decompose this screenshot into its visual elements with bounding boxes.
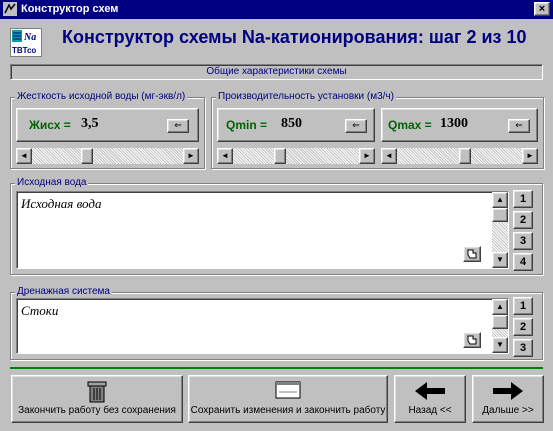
scroll-right-icon: ►: [187, 151, 195, 160]
logo-tbt-text: TBTco: [12, 46, 36, 55]
trash-can-icon: [87, 381, 107, 403]
page-title: Конструктор схемы Na-катионирования: шаг…: [62, 27, 527, 47]
scroll-up-icon: ▲: [496, 302, 504, 311]
scroll-thumb[interactable]: [492, 208, 508, 222]
scroll-down-icon: ▼: [496, 340, 504, 349]
next-button[interactable]: Дальше >>: [472, 375, 544, 423]
back-label: Назад <<: [408, 405, 452, 416]
scroll-right-button[interactable]: ►: [522, 148, 538, 164]
close-button[interactable]: ×: [534, 2, 550, 16]
scroll-right-button[interactable]: ►: [359, 148, 375, 164]
qmin-apply-button[interactable]: ⇐: [345, 119, 367, 133]
arrow-left-icon: [415, 382, 445, 400]
qmin-value: 850: [281, 116, 302, 131]
logo-na-text: Na: [23, 32, 36, 43]
scroll-right-button[interactable]: ►: [183, 148, 199, 164]
qmax-value-box: Qmax = 1300 ⇐: [381, 108, 538, 142]
scroll-thumb[interactable]: [492, 315, 508, 329]
window-title: Конструктор схем: [21, 3, 119, 15]
drainage-edit-button[interactable]: [463, 332, 481, 348]
drainage-option-3[interactable]: 3: [513, 339, 533, 357]
save-and-exit-label: Сохранить изменения и закончить работу: [190, 405, 386, 416]
scroll-left-icon: ◄: [221, 151, 229, 160]
scroll-right-icon: ►: [526, 151, 534, 160]
qmax-label: Qmax =: [388, 118, 432, 132]
qmax-slider[interactable]: ◄ ►: [381, 148, 538, 164]
scroll-up-icon: ▲: [496, 195, 504, 204]
slider-track[interactable]: [233, 148, 359, 164]
scroll-left-button[interactable]: ◄: [16, 148, 32, 164]
source-water-edit-button[interactable]: [463, 246, 481, 262]
hand-pointer-icon: [467, 335, 477, 345]
qmin-label: Qmin =: [226, 118, 268, 132]
qmin-value-box: Qmin = 850 ⇐: [217, 108, 375, 142]
hand-pointer-icon: [467, 249, 477, 259]
source-water-option-1[interactable]: 1: [513, 190, 533, 208]
scroll-down-icon: ▼: [496, 255, 504, 264]
source-water-group-label: Исходная вода: [15, 177, 89, 188]
slider-thumb[interactable]: [459, 148, 472, 164]
source-water-option-3[interactable]: 3: [513, 232, 533, 250]
logo: Na TBTco: [10, 28, 42, 57]
drainage-text: Стоки: [21, 303, 59, 318]
exit-without-save-button[interactable]: Закончить работу без сохранения: [11, 375, 183, 423]
source-water-option-4[interactable]: 4: [513, 253, 533, 271]
source-water-scrollbar[interactable]: ▲ ▼: [492, 192, 508, 268]
slider-thumb[interactable]: [80, 148, 93, 164]
drainage-option-1[interactable]: 1: [513, 297, 533, 315]
logo-graphic: Na TBTco: [12, 30, 36, 55]
next-label: Дальше >>: [482, 405, 534, 416]
scroll-left-button[interactable]: ◄: [217, 148, 233, 164]
arrow-left-icon: ⇐: [515, 120, 523, 130]
scroll-up-button[interactable]: ▲: [492, 299, 508, 315]
drainage-option-2[interactable]: 2: [513, 318, 533, 336]
arrow-left-icon: ⇐: [174, 120, 182, 130]
save-and-exit-button[interactable]: Сохранить изменения и закончить работу: [188, 375, 388, 423]
slider-track[interactable]: [32, 148, 183, 164]
exit-without-save-label: Закончить работу без сохранения: [18, 405, 176, 416]
arrow-right-icon: [493, 382, 523, 400]
source-water-option-2[interactable]: 2: [513, 211, 533, 229]
slider-thumb[interactable]: [274, 148, 287, 164]
scroll-right-icon: ►: [363, 151, 371, 160]
scroll-left-icon: ◄: [385, 151, 393, 160]
title-bar: Конструктор схем ×: [0, 0, 553, 19]
general-characteristics-label: Общие характеристики схемы: [10, 64, 543, 80]
scroll-down-button[interactable]: ▼: [492, 337, 508, 353]
drainage-group-label: Дренажная система: [15, 286, 112, 297]
scroll-down-button[interactable]: ▼: [492, 252, 508, 268]
qmin-slider[interactable]: ◄ ►: [217, 148, 375, 164]
hardness-slider[interactable]: ◄ ►: [16, 148, 199, 164]
hardness-group-label: Жесткость исходной воды (мг-экв/л): [15, 91, 188, 102]
drainage-textarea[interactable]: Стоки ▲ ▼: [16, 298, 509, 354]
hardness-value-box: Жисх = 3,5 ⇐: [16, 108, 199, 142]
arrow-left-icon: ⇐: [352, 120, 360, 130]
footer-separator: [10, 367, 543, 369]
qmax-value: 1300: [440, 116, 468, 131]
app-icon: [3, 2, 17, 16]
scroll-left-button[interactable]: ◄: [381, 148, 397, 164]
hardness-label: Жисх =: [29, 118, 71, 132]
qmax-apply-button[interactable]: ⇐: [508, 119, 530, 133]
hardness-value: 3,5: [81, 116, 99, 131]
close-icon: ×: [538, 3, 546, 15]
hardness-apply-button[interactable]: ⇐: [167, 119, 189, 133]
scroll-up-button[interactable]: ▲: [492, 192, 508, 208]
scroll-left-icon: ◄: [20, 151, 28, 160]
capacity-group-label: Производительность установки (м3/ч): [216, 91, 396, 102]
window-icon: [275, 381, 301, 399]
back-button[interactable]: Назад <<: [394, 375, 466, 423]
source-water-textarea[interactable]: Исходная вода ▲ ▼: [16, 191, 509, 269]
drainage-scrollbar[interactable]: ▲ ▼: [492, 299, 508, 353]
source-water-text: Исходная вода: [21, 196, 102, 211]
